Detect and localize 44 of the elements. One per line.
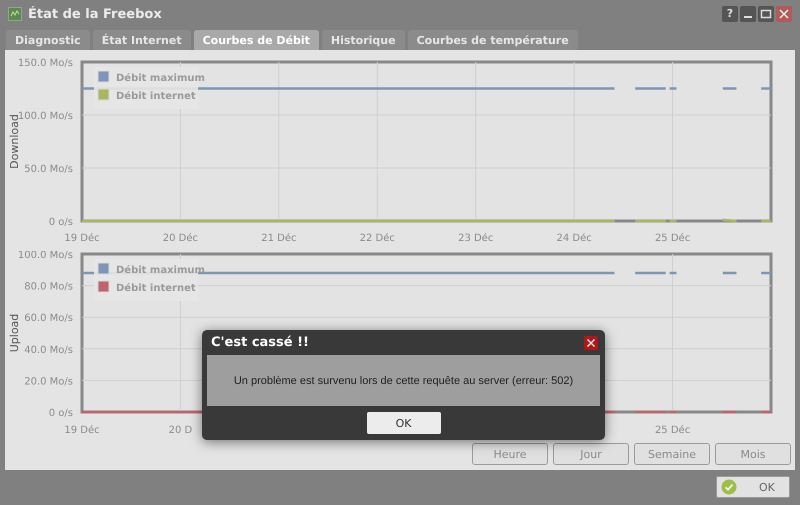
axis-tick-label: 150.0 Mo/s [18,58,73,69]
tab[interactable]: Courbes de Débit [194,30,319,50]
axis-tick-label: 100.0 Mo/s [18,111,73,122]
axis-tick-label: 50.0 Mo/s [24,164,73,175]
axis-tick-label: 80.0 Mo/s [24,282,73,293]
window-title: État de la Freebox [28,6,162,22]
period-button[interactable]: Heure [472,443,548,465]
check-icon [721,479,737,495]
axis-tick-label: 25 Déc [654,425,690,436]
minimize-icon[interactable] [740,6,756,22]
legend-label: Débit internet [116,91,196,102]
axis-tick-label: 19 Déc [64,425,100,436]
ok-button[interactable]: OK [716,476,790,498]
axis-tick-label: 20.0 Mo/s [24,376,73,388]
close-icon[interactable] [584,336,598,350]
axis-tick-label: 25 Déc [654,233,690,244]
axis-tick-label: 23 Déc [458,233,494,244]
legend-label: Débit maximum [116,73,205,84]
axis-tick-label: 24 Déc [556,233,592,244]
period-button[interactable]: Mois [715,443,791,465]
axis-tick-label: 20 Déc [162,233,198,244]
tab[interactable]: Diagnostic [6,30,90,50]
period-button[interactable]: Semaine [634,443,710,465]
app-icon [8,7,22,21]
axis-tick-label: 21 Déc [261,233,296,244]
tab[interactable]: Historique [322,30,405,50]
axis-title: Upload [8,314,21,352]
help-button[interactable]: ? [722,6,738,22]
ok-button[interactable]: OK [366,412,440,434]
tab[interactable]: État Internet [92,30,191,50]
legend-label: Débit internet [116,283,196,294]
tab[interactable]: Courbes de température [408,30,578,50]
error-message: Un problème est survenu lors de cette requête au server (erreur: 502) [234,374,574,386]
axis-tick-label: 22 Déc [360,233,395,244]
axis-tick-label: 0 o/s [48,408,73,419]
axis-tick-label: 20 D [168,425,192,436]
maximize-icon[interactable] [758,6,774,22]
axis-tick-label: 19 Déc [64,233,100,244]
axis-tick-label: 40.0 Mo/s [24,344,73,356]
legend-label: Débit maximum [116,265,205,276]
axis-tick-label: 0 o/s [48,217,73,228]
axis-tick-label: 60.0 Mo/s [24,313,73,324]
dialog-title: C'est cassé !! [211,335,309,350]
period-button[interactable]: Jour [553,443,629,465]
